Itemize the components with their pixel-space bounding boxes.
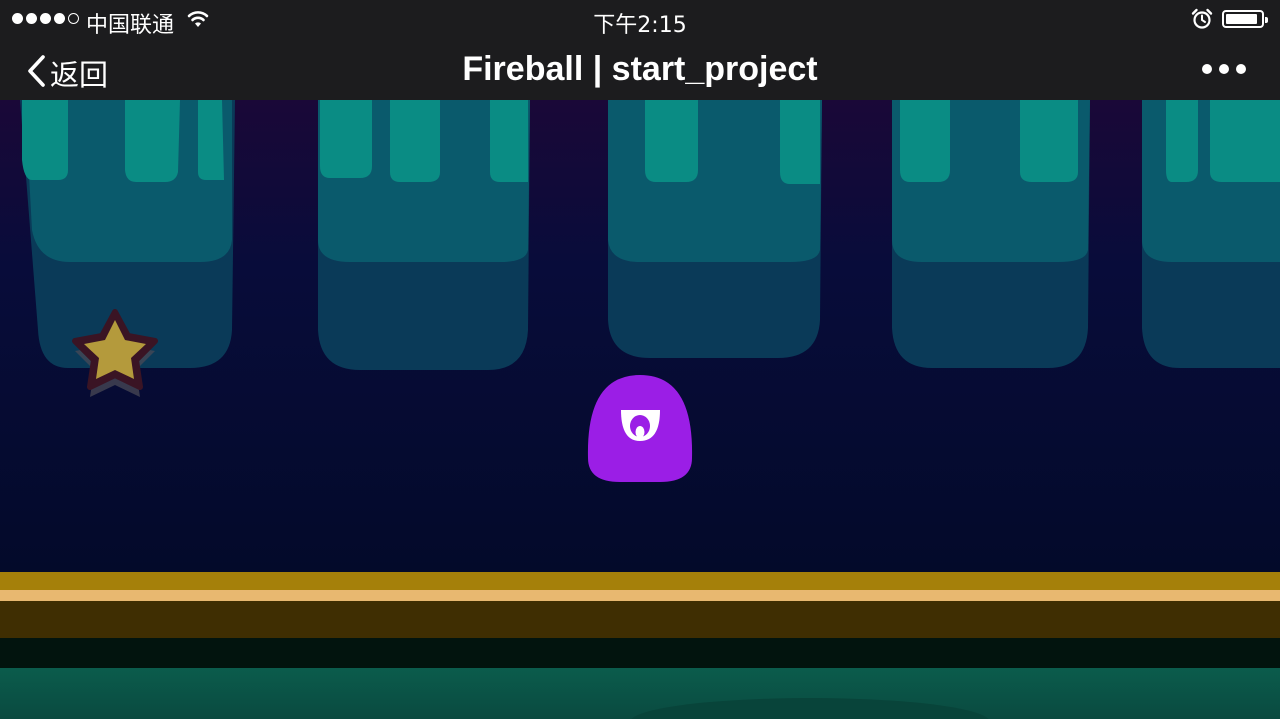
stalactite bbox=[1142, 100, 1280, 368]
status-bar: 中国联通 下午2:15 bbox=[0, 0, 1280, 40]
stalactite bbox=[20, 100, 235, 368]
alarm-icon bbox=[1191, 8, 1213, 35]
ground bbox=[0, 572, 1280, 719]
stalactite bbox=[608, 100, 822, 358]
player-character[interactable] bbox=[587, 375, 693, 482]
page-title: Fireball | start_project bbox=[462, 50, 818, 88]
app-screen: 中国联通 下午2:15 返回 Fireball | start_project bbox=[0, 0, 1280, 719]
game-canvas[interactable] bbox=[0, 100, 1280, 719]
stalactite bbox=[318, 100, 530, 370]
nav-bar: 返回 Fireball | start_project bbox=[0, 40, 1280, 100]
battery-level-fill bbox=[1226, 14, 1257, 24]
stalactite bbox=[892, 100, 1090, 368]
status-time: 下午2:15 bbox=[593, 13, 687, 38]
battery-icon bbox=[1222, 10, 1268, 28]
more-icon[interactable] bbox=[1200, 62, 1248, 76]
